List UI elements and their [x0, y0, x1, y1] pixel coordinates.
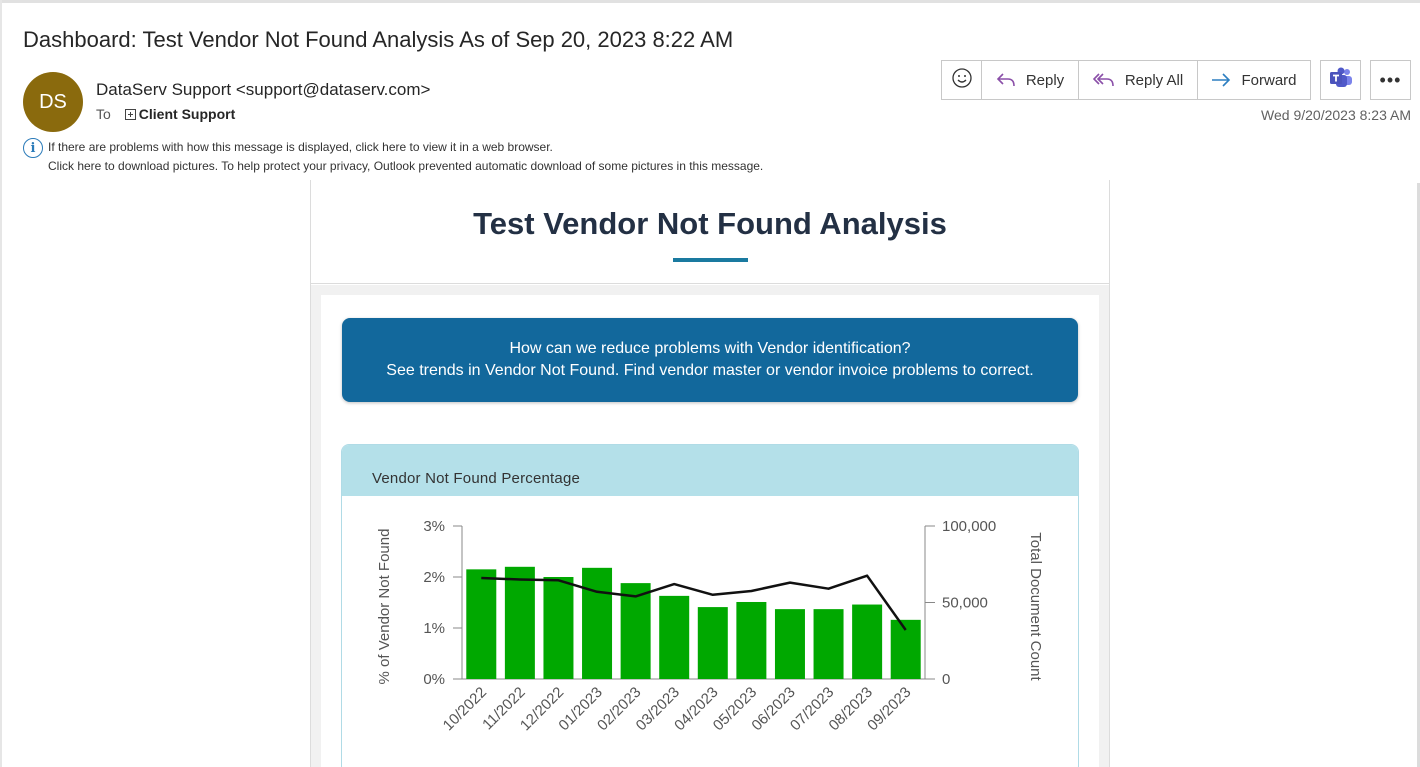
info-icon: i [23, 138, 43, 158]
banner-description: See trends in Vendor Not Found. Find ven… [386, 362, 1034, 379]
left-axis-title: % of Vendor Not Found [376, 529, 393, 685]
chart-header: Vendor Not Found Percentage [342, 445, 1078, 496]
teams-icon [1329, 67, 1353, 94]
bar-12-2022 [543, 577, 574, 679]
right-axis-tick-label: 100,000 [942, 518, 996, 535]
smiley-icon [951, 67, 973, 93]
forward-arrow-icon [1211, 72, 1231, 88]
reply-all-button[interactable]: Reply All [1079, 61, 1198, 99]
to-label: To [96, 106, 111, 122]
email-subject: Dashboard: Test Vendor Not Found Analysi… [23, 27, 734, 52]
more-actions-button[interactable]: ••• [1370, 60, 1411, 100]
message-actions: Reply Reply All Forward [941, 60, 1311, 100]
right-axis-tick-label: 0 [942, 671, 950, 688]
recipient-name[interactable]: Client Support [139, 106, 235, 122]
window-top-border [0, 0, 1420, 3]
forward-button[interactable]: Forward [1198, 61, 1310, 99]
window-left-border [0, 0, 2, 767]
report-header: Test Vendor Not Found Analysis [311, 180, 1109, 284]
vendor-not-found-chart: 0%1%2%3%050,000100,00010/202211/202212/2… [376, 518, 1044, 734]
bar-05-2023 [736, 601, 767, 679]
view-in-browser-notice[interactable]: If there are problems with how this mess… [48, 140, 553, 154]
right-axis-title: Total Document Count [1027, 532, 1044, 681]
banner-question: How can we reduce problems with Vendor i… [509, 340, 911, 357]
received-date: Wed 9/20/2023 8:23 AM [1261, 107, 1411, 123]
reply-label: Reply [1025, 71, 1065, 89]
report-title: Test Vendor Not Found Analysis [473, 206, 947, 241]
reply-button[interactable]: Reply [982, 61, 1079, 99]
reply-icon [996, 71, 1016, 89]
title-underline [673, 258, 748, 262]
reply-all-icon [1092, 71, 1115, 89]
right-axis-tick-label: 50,000 [942, 595, 988, 612]
left-axis-tick-label: 3% [423, 518, 445, 535]
download-pictures-notice[interactable]: Click here to download pictures. To help… [48, 159, 763, 173]
bar-10-2022 [466, 569, 497, 679]
x-axis-tick-label: 10/2022 [440, 684, 490, 734]
chart-title: Vendor Not Found Percentage [372, 470, 581, 487]
teams-share-button[interactable] [1320, 60, 1361, 100]
bar-01-2023 [582, 567, 613, 679]
bar-04-2023 [697, 607, 728, 679]
bar-06-2023 [774, 609, 805, 679]
expand-group-icon[interactable] [124, 108, 136, 120]
info-banner: How can we reduce problems with Vendor i… [342, 318, 1078, 402]
left-axis-tick-label: 2% [423, 569, 445, 586]
sender-avatar[interactable]: DS [23, 72, 83, 132]
left-axis-tick-label: 1% [423, 620, 445, 637]
bar-11-2022 [504, 566, 535, 679]
recipient-row: To Client Support [96, 106, 235, 122]
sender-name[interactable]: DataServ Support <support@dataserv.com> [96, 80, 430, 100]
bar-07-2023 [813, 609, 844, 679]
left-axis-tick-label: 0% [423, 671, 445, 688]
x-axis-tick-label: 09/2023 [864, 684, 914, 734]
bar-08-2023 [852, 604, 883, 679]
reply-all-label: Reply All [1124, 71, 1184, 89]
emoji-reaction-button[interactable] [942, 61, 982, 99]
bar-03-2023 [659, 595, 690, 679]
forward-label: Forward [1241, 71, 1297, 89]
